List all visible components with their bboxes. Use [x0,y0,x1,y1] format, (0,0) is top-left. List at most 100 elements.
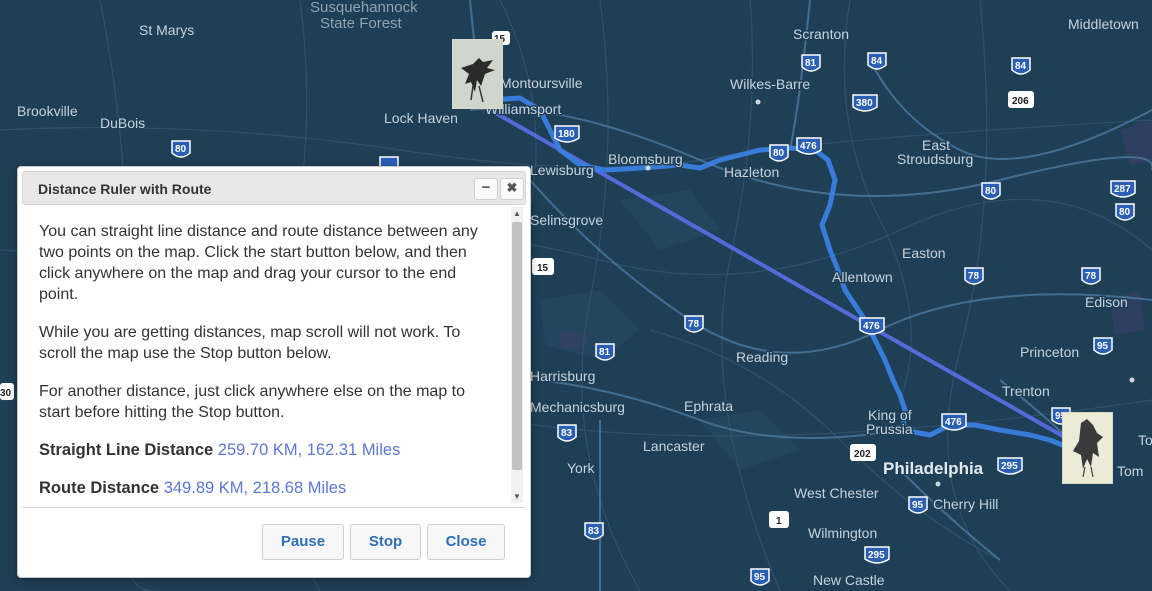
bird-icon [1063,413,1112,483]
shield-i80c: 80 [981,182,1001,200]
svg-text:15: 15 [537,263,549,274]
label-middletown: Middletown [1068,16,1139,32]
svg-text:78: 78 [968,271,980,282]
label-stroudsburg: Stroudsburg [897,151,973,167]
shield-i95c: 95 [908,496,928,514]
shield-i83b: 83 [584,522,604,540]
label-brookville: Brookville [17,103,78,119]
label-mechanicsburg: Mechanicsburg [530,399,625,415]
shield-i84: 84 [867,52,887,70]
label-new-castle: New Castle [813,572,885,588]
svg-text:206: 206 [1012,96,1029,107]
shield-us202: 202 [850,444,876,461]
svg-text:1: 1 [776,516,782,527]
label-st-marys: St Marys [139,22,194,38]
label-trenton: Trenton [1002,383,1050,399]
shield-i380: 380 [852,94,878,112]
straight-line-value: 259.70 KM, 162.31 Miles [217,441,401,459]
shield-i78c: 78 [684,315,704,333]
label-lock-haven: Lock Haven [384,110,458,126]
svg-text:295: 295 [1001,461,1018,472]
label-wilmington: Wilmington [808,525,877,541]
close-icon-button[interactable]: ✖ [500,178,524,200]
shield-i95a: 95 [1093,337,1113,355]
shield-us1: 1 [769,511,789,528]
label-toms-1: To [1138,432,1152,448]
svg-text:476: 476 [863,321,880,332]
label-hazleton: Hazleton [724,164,779,180]
label-lancaster: Lancaster [643,438,705,454]
shield-i476a: 476 [796,137,822,155]
instructions-paragraph-1: You can straight line distance and route… [39,223,478,303]
label-state-forest: State Forest [320,15,403,32]
svg-text:80: 80 [985,186,997,197]
scroll-down-icon[interactable]: ▼ [513,492,521,501]
svg-text:83: 83 [588,526,600,537]
label-susquehannock: Susquehannock [310,0,418,16]
shield-us30: 30 [0,383,14,400]
label-york: York [567,460,596,476]
dialog-title: Distance Ruler with Route [38,181,212,197]
svg-text:295: 295 [868,550,885,561]
start-marker[interactable] [452,39,503,109]
shield-i80d: 80 [1115,203,1135,221]
svg-text:476: 476 [800,141,817,152]
shield-i78a: 78 [964,267,984,285]
shield-i15: 15 [532,258,554,275]
scrollbar-thumb[interactable] [512,222,522,470]
svg-text:180: 180 [558,129,575,140]
svg-text:30: 30 [0,388,12,399]
instructions-paragraph-2: While you are getting distances, map scr… [39,324,461,362]
svg-text:80: 80 [773,148,785,159]
label-prussia: Prussia [866,421,913,437]
route-distance-value: 349.89 KM, 218.68 Miles [163,479,347,497]
label-scranton: Scranton [793,26,849,42]
shield-i95d: 95 [750,568,770,586]
stop-button[interactable]: Stop [350,524,421,560]
svg-text:95: 95 [754,572,766,583]
shield-i81b: 81 [595,343,615,361]
label-toms-2: Tom [1117,463,1143,479]
svg-text:80: 80 [175,144,187,155]
shield-i295a: 295 [997,457,1023,475]
svg-text:81: 81 [599,347,611,358]
distance-ruler-dialog: Distance Ruler with Route − ✖ You can st… [17,166,531,578]
close-button[interactable]: Close [427,524,505,560]
label-easton: Easton [902,245,946,261]
label-dubois: DuBois [100,115,145,131]
label-reading: Reading [736,349,788,365]
shield-i84b: 84 [1011,57,1031,75]
minimize-button[interactable]: − [474,178,498,200]
svg-text:83: 83 [561,428,573,439]
svg-text:380: 380 [856,98,873,109]
label-cherry-hill: Cherry Hill [933,496,998,512]
svg-text:78: 78 [688,319,700,330]
svg-text:81: 81 [805,58,817,69]
svg-text:95: 95 [1097,341,1109,352]
label-montoursville: Montoursville [500,75,583,91]
shield-i80b: 80 [769,144,789,162]
route-distance-label: Route Distance [39,479,160,497]
label-philadelphia: Philadelphia [883,459,984,478]
dialog-scrollbar[interactable]: ▲ ▼ [511,207,523,503]
svg-text:80: 80 [1119,207,1131,218]
end-marker[interactable] [1062,412,1113,484]
label-harrisburg: Harrisburg [530,368,595,384]
label-edison: Edison [1085,294,1128,310]
svg-text:202: 202 [854,449,871,460]
shield-i295b: 295 [864,546,890,564]
scroll-up-icon[interactable]: ▲ [513,209,521,218]
label-lewisburg: Lewisburg [530,162,594,178]
pause-button[interactable]: Pause [262,524,344,560]
dialog-header[interactable]: Distance Ruler with Route − ✖ [22,171,526,205]
route-distance: Route Distance 349.89 KM, 218.68 Miles [22,478,510,499]
label-bloomsburg: Bloomsburg [608,151,683,167]
label-selinsgrove: Selinsgrove [530,212,603,228]
svg-text:95: 95 [912,500,924,511]
dialog-divider [22,507,526,508]
bird-icon [453,40,502,108]
shield-i476b: 476 [859,317,885,335]
straight-line-distance: Straight Line Distance 259.70 KM, 162.31… [22,440,510,461]
svg-text:78: 78 [1085,271,1097,282]
straight-line-label: Straight Line Distance [39,441,214,459]
